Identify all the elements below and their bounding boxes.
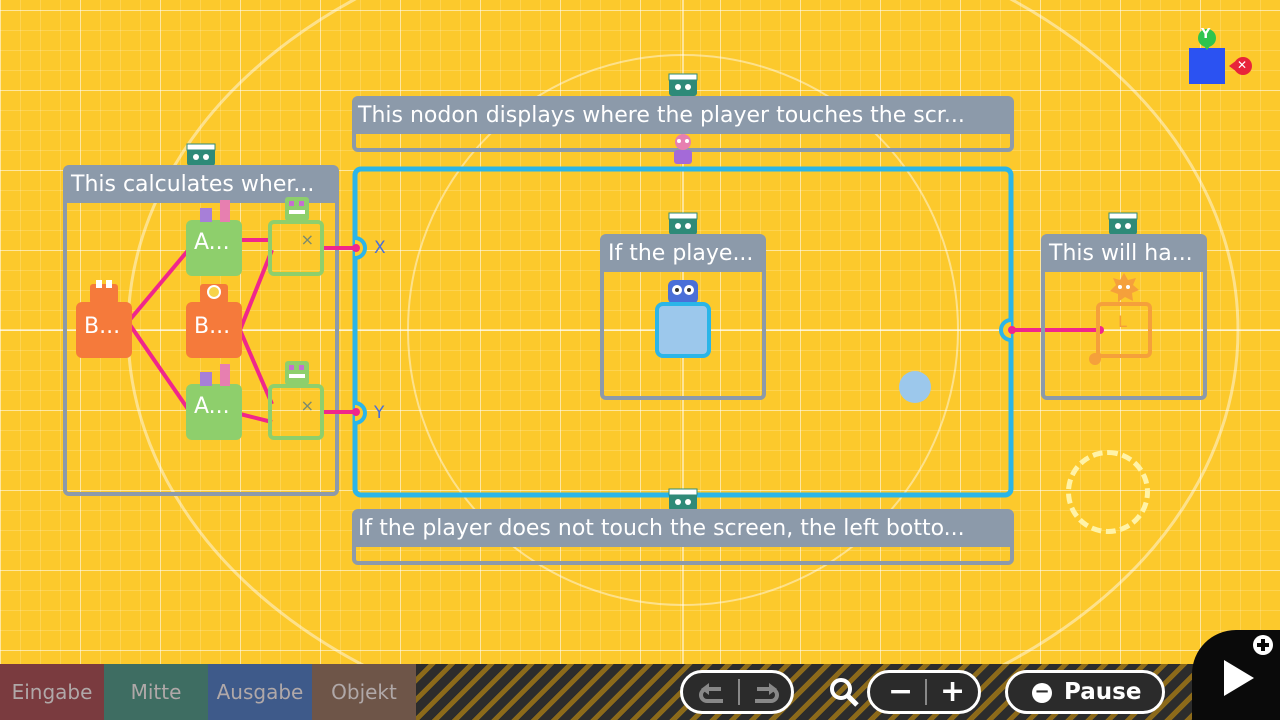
output-nodon[interactable]: L [1096,302,1152,358]
undo-redo-group [680,670,794,714]
button-nodon-2-icon [200,284,228,304]
tab-ausgabe-label: Ausgabe [216,680,304,704]
camera-range-indicator [1066,450,1150,534]
map-nodon-2-icon [200,364,230,386]
play-icon [1224,660,1254,696]
touch-position-dot [899,371,931,403]
redo-icon[interactable] [747,681,783,705]
tab-eingabe-label: Eingabe [11,680,93,704]
output-nodon-icon [1110,273,1139,302]
plus-badge-icon [1253,635,1273,655]
map-nodon-2[interactable]: A... [186,384,242,440]
tab-eingabe[interactable]: Eingabe [0,664,104,720]
tab-ausgabe[interactable]: Ausgabe [208,664,312,720]
axis-indicator[interactable] [1186,26,1256,88]
map-nodon-1-label: A... [194,230,230,255]
multiply-icon-2: × [300,396,314,415]
pause-button[interactable]: − Pause [1005,670,1165,714]
tab-mitte-label: Mitte [130,680,182,704]
center-group-title: If the playe... [604,238,762,272]
output-nodon-label: L [1118,312,1127,331]
calc-nodon-1[interactable]: × [268,220,324,276]
tab-objekt[interactable]: Objekt [312,664,416,720]
divider [738,679,740,705]
zoom-in-button[interactable]: + [940,674,965,709]
tab-mitte[interactable]: Mitte [104,664,208,720]
zoom-icon [830,678,859,707]
object-nodon[interactable] [654,278,712,360]
multiply-icon: × [300,230,314,249]
button-nodon-1-label: B... [84,314,121,339]
calc-nodon-2-icon [285,361,309,385]
undo-icon[interactable] [695,681,731,705]
pause-label: Pause [1064,679,1142,705]
button-nodon-1[interactable]: B... [76,302,132,358]
map-nodon-1-icon [200,200,230,222]
axis-y-label: Y [1201,27,1211,42]
right-group-title: This will ha... [1045,238,1203,272]
button-nodon-2-label: B... [194,314,231,339]
close-icon[interactable]: ✕ [1237,58,1247,72]
zoom-out-button[interactable]: − [888,674,913,709]
map-nodon-2-label: A... [194,394,230,419]
output-port-dot [1089,353,1101,365]
map-nodon-1[interactable]: A... [186,220,242,276]
zoom-group: − + [867,670,981,714]
button-nodon-1-icon [90,280,118,304]
minus-button-icon: − [1032,683,1052,703]
calc-nodon-2[interactable]: × [268,384,324,440]
tab-objekt-label: Objekt [331,680,397,704]
calc-nodon-1-icon [285,197,309,221]
play-button[interactable] [1192,630,1280,720]
zoom-divider [925,679,927,705]
button-nodon-2[interactable]: B... [186,302,242,358]
